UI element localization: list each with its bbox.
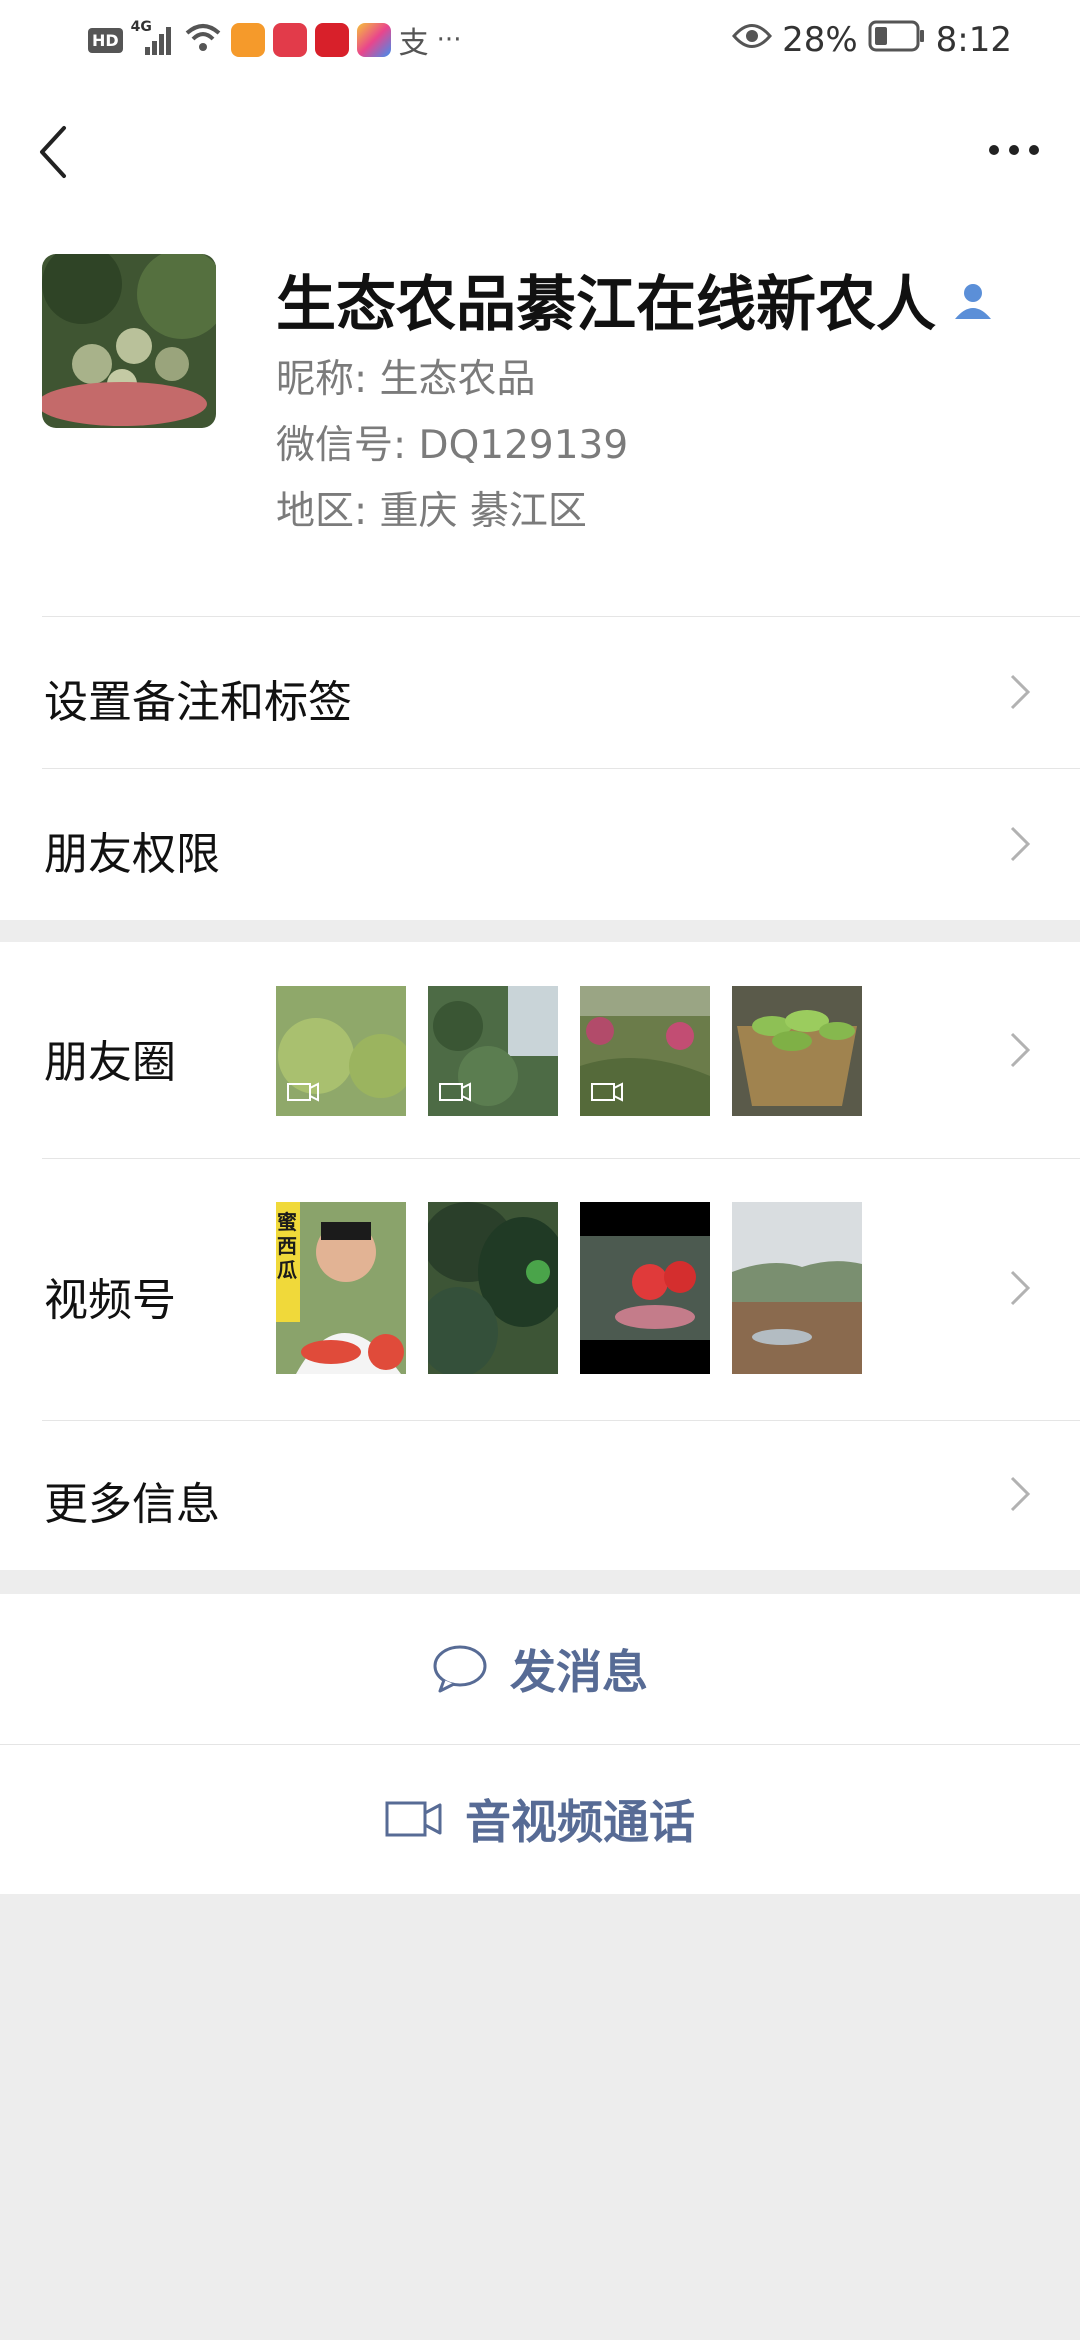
eye-icon — [732, 20, 773, 60]
channels-thumb-3 — [580, 1202, 710, 1374]
more-options-button[interactable] — [980, 120, 1050, 180]
divider — [42, 616, 1080, 617]
avatar[interactable] — [42, 254, 216, 428]
moments-thumb-1 — [276, 986, 406, 1116]
music-app-icon — [314, 23, 349, 57]
wechat-id: 微信号: DQ129139 — [276, 423, 629, 468]
moments-thumb-3 — [580, 986, 710, 1116]
battery-icon — [868, 19, 926, 62]
region: 地区: 重庆 綦江区 — [276, 489, 587, 534]
chevron-right-icon — [1010, 1270, 1031, 1306]
channels-thumb-1: 蜜西瓜 — [276, 1202, 406, 1374]
clock: 8:12 — [935, 20, 1012, 60]
divider — [42, 1420, 1080, 1421]
wifi-icon — [183, 21, 223, 59]
send-message-button[interactable]: 发消息 — [0, 1594, 1080, 1744]
signal-icon: 4G — [131, 19, 175, 57]
video-app-icon — [230, 23, 265, 57]
profile-header: 生态农品綦江在线新农人 昵称: 生态农品 微信号: DQ129139 地区: 重… — [0, 220, 1080, 616]
moments-thumb-4 — [732, 986, 862, 1116]
chevron-right-icon — [1010, 1032, 1031, 1068]
book-app-icon — [272, 23, 307, 57]
video-call-label: 音视频通话 — [465, 1795, 695, 1849]
channels-label: 视频号 — [44, 1275, 176, 1326]
remark-tags-label: 设置备注和标签 — [44, 677, 352, 728]
display-name: 生态农品綦江在线新农人 — [276, 270, 936, 340]
hd-badge: HD — [88, 27, 123, 53]
video-camera-icon — [385, 1801, 442, 1837]
channels-thumb-4 — [732, 1202, 862, 1374]
status-left: HD 4G ⽀ ··· — [88, 19, 462, 61]
moments-thumb-2 — [428, 986, 558, 1116]
status-bar: HD 4G ⽀ ··· 28% 8:12 — [0, 0, 1080, 80]
divider — [0, 1744, 1080, 1745]
divider — [42, 768, 1080, 769]
more-info-row[interactable]: 更多信息 — [0, 1420, 1080, 1570]
friend-permissions-row[interactable]: 朋友权限 — [0, 768, 1080, 920]
friend-permissions-label: 朋友权限 — [44, 829, 220, 880]
divider — [42, 1158, 1080, 1159]
send-message-label: 发消息 — [510, 1645, 648, 1699]
channel-thumb-caption: 蜜西瓜 — [277, 1210, 297, 1282]
translate-icon: ⽀ — [398, 26, 429, 61]
moments-row[interactable]: 朋友圈 — [0, 942, 1080, 1158]
chevron-right-icon — [1010, 674, 1031, 710]
remark-tags-row[interactable]: 设置备注和标签 — [0, 616, 1080, 768]
channels-row[interactable]: 视频号 蜜西瓜 — [0, 1158, 1080, 1420]
more-info-label: 更多信息 — [44, 1479, 220, 1530]
status-right: 28% 8:12 — [732, 20, 1012, 60]
nav-bar — [0, 80, 1080, 220]
colorful-app-icon — [356, 23, 391, 57]
chat-bubble-icon — [433, 1645, 487, 1693]
contact-icon — [955, 283, 991, 319]
more-notifications-icon: ··· — [436, 25, 462, 55]
channels-thumb-2 — [428, 1202, 558, 1374]
video-call-button[interactable]: 音视频通话 — [0, 1744, 1080, 1894]
nickname: 昵称: 生态农品 — [276, 357, 536, 402]
chevron-right-icon — [1010, 826, 1031, 862]
chevron-right-icon — [1010, 1476, 1031, 1512]
moments-label: 朋友圈 — [44, 1037, 176, 1088]
profile-name: 生态农品綦江在线新农人 — [276, 256, 994, 343]
battery-percent: 28% — [782, 20, 858, 60]
back-button[interactable] — [30, 118, 90, 188]
